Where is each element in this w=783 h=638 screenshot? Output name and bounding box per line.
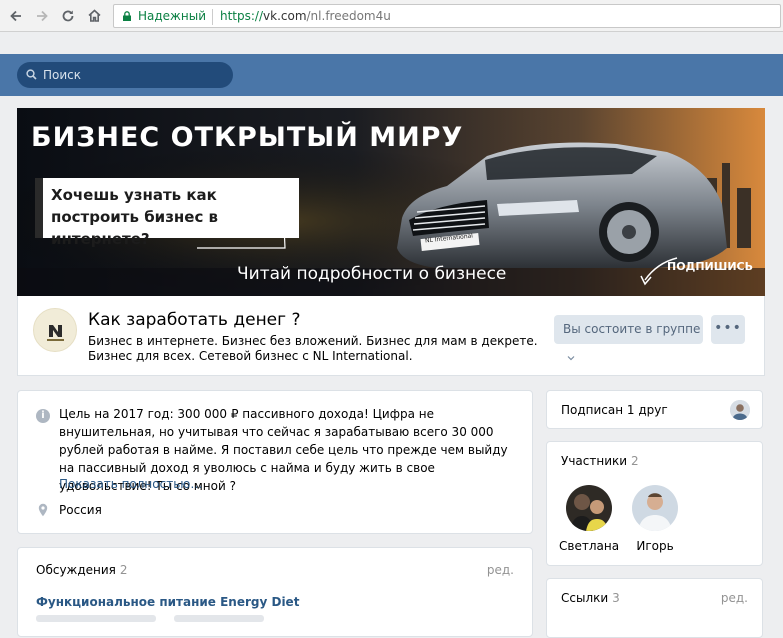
discussions-label: Обсуждения: [36, 563, 116, 577]
friend-avatar[interactable]: [730, 400, 750, 420]
links-count: 3: [612, 591, 620, 605]
location-text: Россия: [59, 503, 102, 517]
cover-cta: Читай подробности о бизнесе: [237, 264, 507, 284]
member-photo-icon: [632, 485, 678, 531]
group-info-card: i Цель на 2017 год: 300 000 ₽ пассивного…: [17, 390, 533, 534]
member-photo-icon: [566, 485, 612, 531]
group-cover[interactable]: БИЗНЕС ОТКРЫТЫЙ МИРУ Хочешь узнать как п…: [17, 108, 765, 296]
nl-logo-icon: [47, 325, 64, 341]
secure-indicator[interactable]: Надежный: [122, 9, 206, 23]
links-title[interactable]: Ссылки 3: [561, 591, 620, 605]
secure-label: Надежный: [138, 9, 206, 23]
url-host: vk.com: [263, 9, 307, 23]
friends-subscribed-card[interactable]: Подписан 1 друг: [546, 390, 763, 429]
friends-subscribed-text: Подписан 1 друг: [561, 403, 668, 417]
reload-icon[interactable]: [58, 6, 78, 26]
membership-button[interactable]: Вы состоите в группе: [554, 315, 703, 361]
url-separator: [212, 9, 213, 25]
members-card: Участники 2 Светлана Игорь: [546, 441, 763, 566]
location-pin-icon: [38, 503, 48, 517]
member-name[interactable]: Игорь: [625, 539, 685, 553]
members-label: Участники: [561, 454, 628, 468]
search-input[interactable]: Поиск: [17, 62, 233, 88]
discussions-edit-link[interactable]: ред.: [487, 563, 514, 577]
membership-label: Вы состоите в группе: [563, 322, 701, 336]
group-title: Как заработать денег ?: [88, 310, 301, 330]
discussions-count: 2: [119, 563, 128, 577]
forward-arrow-icon[interactable]: [32, 6, 52, 26]
discussion-topic-meta: [36, 612, 264, 625]
url-scheme: https://: [220, 9, 264, 23]
back-arrow-icon[interactable]: [6, 6, 26, 26]
group-header: Как заработать денег ? Бизнес в интернет…: [17, 296, 765, 376]
member-name[interactable]: Светлана: [559, 539, 619, 553]
more-actions-button[interactable]: •••: [711, 315, 745, 344]
person-icon: [730, 400, 750, 420]
browser-toolbar: Надежный https://vk.com/nl.freedom4u: [0, 0, 783, 32]
more-dots-icon: •••: [714, 320, 742, 336]
group-avatar[interactable]: [33, 308, 77, 352]
discussions-card: Обсуждения 2 ред. Функциональное питание …: [17, 547, 533, 637]
address-bar[interactable]: Надежный https://vk.com/nl.freedom4u: [113, 4, 781, 28]
vk-header: Поиск: [0, 54, 783, 96]
group-description: Бизнес в интернете. Бизнес без вложений.…: [88, 334, 538, 363]
discussions-title[interactable]: Обсуждения 2: [36, 563, 128, 577]
cover-subscribe: ПОДПИШИСЬ: [667, 260, 754, 273]
members-title[interactable]: Участники 2: [561, 454, 639, 468]
cover-title: БИЗНЕС ОТКРЫТЫЙ МИРУ: [31, 122, 464, 153]
search-placeholder: Поиск: [43, 68, 82, 82]
links-label: Ссылки: [561, 591, 609, 605]
cover-question-accent: [35, 178, 43, 238]
members-count: 2: [631, 454, 639, 468]
lock-icon: [123, 11, 131, 21]
home-icon[interactable]: [84, 6, 104, 26]
member-avatar[interactable]: [566, 485, 612, 531]
member-item[interactable]: Светлана: [559, 485, 619, 553]
search-icon: [26, 69, 37, 80]
info-icon: i: [36, 409, 50, 423]
discussion-topic-link[interactable]: Функциональное питание Energy Diet: [36, 595, 299, 609]
chevron-down-icon: [567, 356, 575, 361]
url-text[interactable]: https://vk.com/nl.freedom4u: [220, 9, 391, 23]
links-edit-link[interactable]: ред.: [721, 591, 748, 605]
member-avatar[interactable]: [632, 485, 678, 531]
links-card: Ссылки 3 ред.: [546, 578, 763, 638]
member-item[interactable]: Игорь: [625, 485, 685, 553]
cover-question: Хочешь узнать как построить бизнес в инт…: [51, 186, 219, 248]
show-more-link[interactable]: Показать полностью…: [59, 477, 202, 491]
url-path: /nl.freedom4u: [306, 9, 391, 23]
